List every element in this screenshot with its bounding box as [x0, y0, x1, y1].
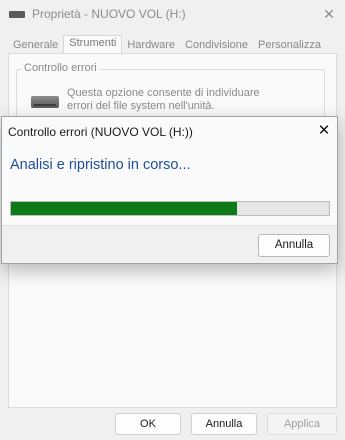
drive-icon [9, 11, 25, 18]
tab-generale[interactable]: Generale [8, 37, 63, 54]
dialog-close-icon[interactable]: ✕ [313, 120, 335, 142]
tab-personalizza[interactable]: Personalizza [253, 37, 326, 54]
error-check-dialog: Controllo errori (NUOVO VOL (H:)) ✕ Anal… [1, 116, 338, 264]
dialog-heading: Analisi e ripristino in corso... [10, 157, 191, 173]
tab-strumenti[interactable]: Strumenti [63, 35, 123, 55]
error-check-description: Questa opzione consente di individuare e… [67, 87, 317, 113]
dialog-title: Controllo errori (NUOVO VOL (H:)) [8, 125, 193, 139]
ok-button[interactable]: OK [115, 413, 181, 435]
dialog-footer: Annulla [2, 225, 337, 263]
tab-strip: Generale Strumenti Hardware Condivisione… [8, 34, 326, 55]
properties-title: Proprietà - NUOVO VOL (H:) [32, 7, 186, 21]
dialog-cancel-button[interactable]: Annulla [258, 234, 330, 257]
error-check-group-label: Controllo errori [22, 62, 99, 74]
cancel-button[interactable]: Annulla [191, 413, 257, 435]
close-icon[interactable]: ✕ [318, 4, 340, 24]
apply-button[interactable]: Applica [267, 413, 337, 435]
progress-bar-fill [11, 202, 237, 215]
description-line-2: errori del file system nell'unità. [67, 100, 215, 112]
tab-hardware[interactable]: Hardware [122, 37, 180, 54]
tab-condivisione[interactable]: Condivisione [180, 37, 253, 54]
hard-drive-icon [31, 96, 59, 108]
properties-titlebar: Proprietà - NUOVO VOL (H:) ✕ [0, 0, 345, 30]
progress-bar [10, 201, 330, 216]
description-line-1: Questa opzione consente di individuare [67, 87, 260, 99]
